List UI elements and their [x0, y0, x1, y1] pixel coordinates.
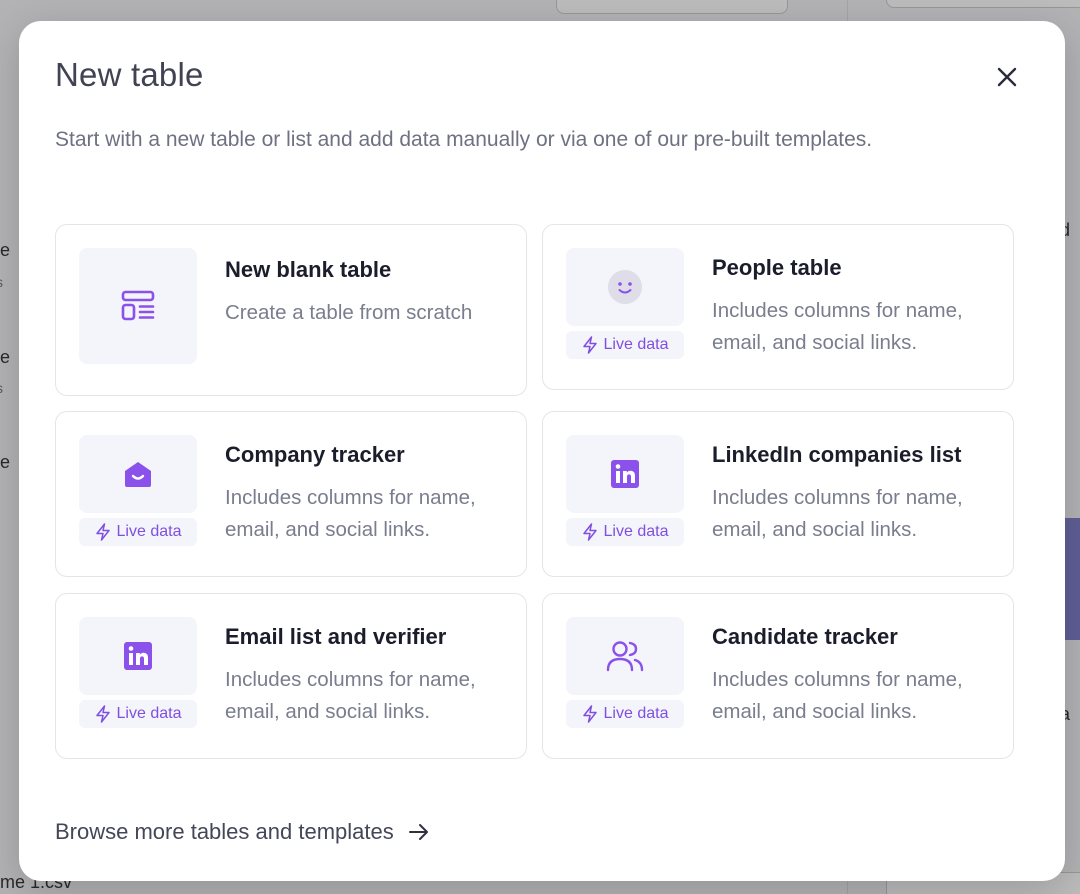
- close-icon: [997, 67, 1017, 87]
- live-data-badge: Live data: [566, 331, 684, 359]
- live-data-label: Live data: [603, 523, 669, 540]
- card-description: Includes columns for name, email, and so…: [712, 486, 963, 541]
- card-title: Email list and verifier: [225, 624, 447, 649]
- card-title: New blank table: [225, 257, 392, 282]
- dialog-subtitle: Start with a new table or list and add d…: [55, 128, 873, 151]
- building-icon: [125, 462, 151, 487]
- card-description: Includes columns for name, email, and so…: [225, 668, 476, 723]
- card-thumbnail: [566, 248, 684, 326]
- template-card-new-blank-table[interactable]: New blank table Create a table from scra…: [55, 224, 527, 396]
- live-data-badge: Live data: [79, 700, 197, 728]
- template-grid: New blank table Create a table from scra…: [55, 224, 1015, 760]
- close-button[interactable]: [991, 61, 1023, 93]
- template-card-linkedin-companies[interactable]: Live data LinkedIn companies list Includ…: [542, 411, 1014, 577]
- table-layout-icon: [121, 290, 155, 321]
- lightning-icon: [582, 523, 597, 541]
- live-data-label: Live data: [116, 523, 182, 540]
- card-description: Create a table from scratch: [225, 301, 473, 324]
- card-thumbnail: [566, 617, 684, 695]
- card-description: Includes columns for name, email, and so…: [712, 668, 963, 723]
- template-card-candidate-tracker[interactable]: Live data Candidate tracker Includes col…: [542, 593, 1014, 759]
- card-thumbnail: [79, 435, 197, 513]
- card-description: Includes columns for name, email, and so…: [712, 299, 963, 354]
- lightning-icon: [95, 705, 110, 723]
- new-table-dialog: New table Start with a new table or list…: [19, 21, 1065, 881]
- live-data-badge: Live data: [79, 518, 197, 546]
- users-icon: [606, 641, 644, 672]
- card-title: People table: [712, 255, 842, 280]
- live-data-badge: Live data: [566, 700, 684, 728]
- card-description: Includes columns for name, email, and so…: [225, 486, 476, 541]
- lightning-icon: [582, 336, 597, 354]
- dialog-title: New table: [55, 56, 204, 93]
- live-data-badge: Live data: [566, 518, 684, 546]
- template-card-email-list-verifier[interactable]: Live data Email list and verifier Includ…: [55, 593, 527, 759]
- card-title: Company tracker: [225, 442, 405, 467]
- card-thumbnail: [79, 617, 197, 695]
- card-title: Candidate tracker: [712, 624, 898, 649]
- face-icon: [608, 270, 642, 304]
- card-thumbnail: [79, 248, 197, 364]
- card-thumbnail: [566, 435, 684, 513]
- live-data-label: Live data: [603, 705, 669, 722]
- template-card-company-tracker[interactable]: Live data Company tracker Includes colum…: [55, 411, 527, 577]
- linkedin-icon: [611, 460, 639, 488]
- linkedin-icon: [124, 642, 152, 670]
- arrow-right-icon: [408, 824, 428, 840]
- template-card-people-table[interactable]: Live data People table Includes columns …: [542, 224, 1014, 390]
- browse-templates-label: Browse more tables and templates: [55, 819, 394, 844]
- live-data-label: Live data: [116, 705, 182, 722]
- live-data-label: Live data: [603, 336, 669, 353]
- card-title: LinkedIn companies list: [712, 442, 962, 467]
- lightning-icon: [95, 523, 110, 541]
- lightning-icon: [582, 705, 597, 723]
- browse-templates-link[interactable]: Browse more tables and templates: [55, 819, 430, 845]
